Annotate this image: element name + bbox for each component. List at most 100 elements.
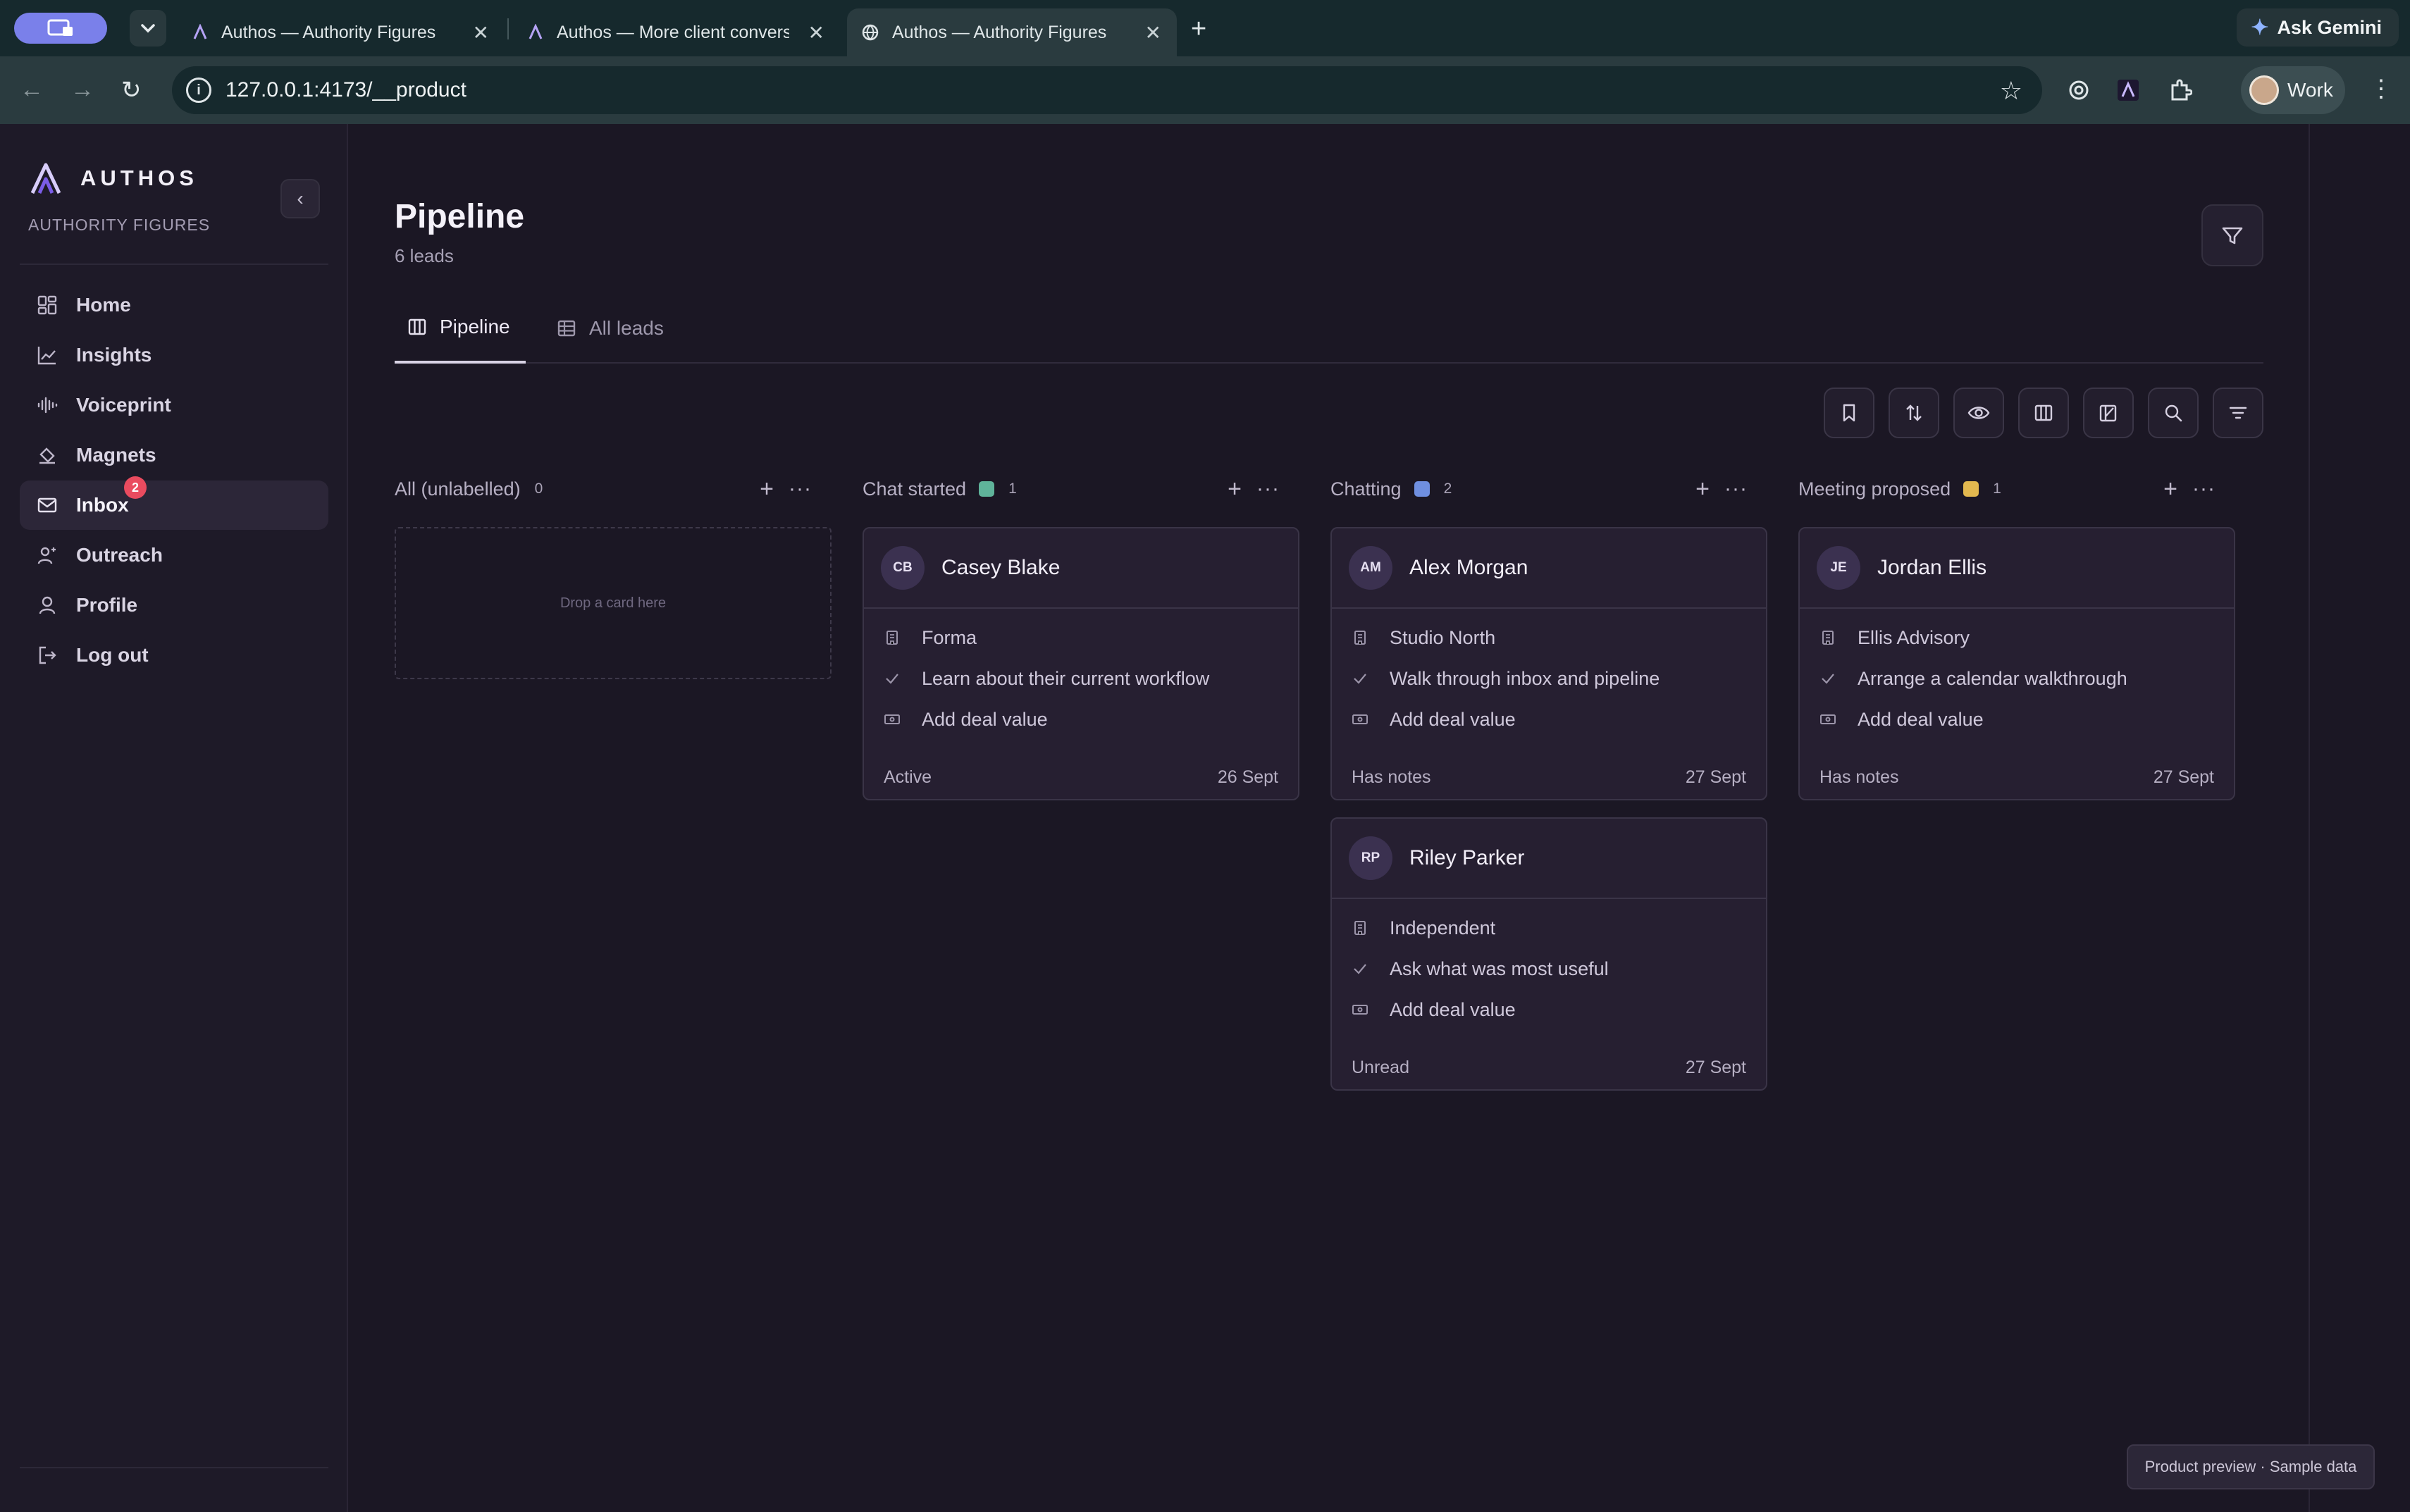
pipeline-column: All (unlabelled) 0 + ··· Drop a card her…: [395, 469, 832, 679]
building-icon: [1354, 631, 1366, 645]
back-arrow-icon[interactable]: ←: [20, 76, 44, 104]
columns-button[interactable]: [2018, 388, 2069, 438]
lead-deal-row[interactable]: Add deal value: [864, 699, 1298, 740]
close-icon[interactable]: ✕: [473, 21, 489, 44]
browser-tab-2[interactable]: Authos — More client convers ✕: [513, 8, 840, 56]
lead-date: 27 Sept: [1685, 1058, 1746, 1077]
building-icon: [1354, 921, 1366, 935]
chevron-down-icon: [141, 24, 155, 33]
tab-title: Authos — Authority Figures: [221, 22, 436, 42]
chevron-left-icon: ‹: [297, 187, 304, 209]
lead-task-row[interactable]: Arrange a calendar walkthrough: [1800, 658, 2234, 699]
lead-company-row: Ellis Advisory: [1800, 617, 2234, 658]
ask-gemini-button[interactable]: ✦ Ask Gemini: [2237, 8, 2399, 47]
lead-card[interactable]: JE Jordan Ellis Ellis Advisory Arrange a…: [1798, 527, 2235, 800]
sidebar-nav: Home Insights Voiceprint Magnets Inbox 2: [20, 280, 328, 681]
plus-icon[interactable]: +: [760, 476, 774, 503]
new-tab-icon[interactable]: +: [1191, 14, 1206, 44]
filter-button[interactable]: [2213, 388, 2263, 438]
reload-icon[interactable]: ↻: [121, 76, 142, 104]
divider: [20, 1467, 328, 1468]
browser-toolbar: ← → ↻ i 127.0.0.1:4173/__product ☆ Work …: [0, 56, 2410, 124]
lead-card-header: AM Alex Morgan: [1332, 528, 1766, 609]
lead-deal-row[interactable]: Add deal value: [1800, 699, 2234, 740]
profile-button[interactable]: Work: [2241, 66, 2345, 114]
column-count: 0: [534, 481, 543, 497]
browser-tab-1[interactable]: Authos — Authority Figures ✕: [178, 8, 505, 56]
edit-board-button[interactable]: [2083, 388, 2134, 438]
sort-arrows-icon: [1906, 404, 1922, 421]
tab-title: Authos — More client convers: [557, 22, 789, 42]
sidebar-item-home[interactable]: Home: [20, 280, 328, 330]
search-button[interactable]: [2148, 388, 2199, 438]
saved-views-button[interactable]: [1824, 388, 1874, 438]
lead-task-row[interactable]: Learn about their current workflow: [864, 658, 1298, 699]
sidebar-item-logout[interactable]: Log out: [20, 631, 328, 680]
funnel-filter-button[interactable]: [2201, 204, 2263, 266]
lead-card[interactable]: RP Riley Parker Independent Ask what was…: [1330, 817, 1767, 1091]
more-vertical-icon[interactable]: ⋮: [2369, 75, 2393, 103]
user-plus-icon: [37, 547, 56, 564]
lead-date: 27 Sept: [1685, 767, 1746, 787]
lead-status: Active: [884, 767, 932, 787]
banknote-icon: [884, 714, 900, 724]
tab-all-leads[interactable]: All leads: [557, 293, 664, 364]
lead-card[interactable]: CB Casey Blake Forma Learn about their c…: [863, 527, 1299, 800]
authos-favicon-icon: [193, 24, 207, 39]
lead-task-row[interactable]: Ask what was most useful: [1332, 948, 1766, 989]
lead-company-row: Studio North: [1332, 617, 1766, 658]
visibility-button[interactable]: [1953, 388, 2004, 438]
lead-company: Forma: [922, 626, 977, 648]
browser-tab-3[interactable]: Authos — Authority Figures ✕: [847, 8, 1177, 56]
column-title: Chatting: [1330, 478, 1402, 500]
bookmark-star-icon[interactable]: ☆: [2000, 76, 2022, 106]
sidebar-item-insights[interactable]: Insights: [20, 330, 328, 380]
more-horizontal-icon[interactable]: ···: [1724, 477, 1748, 501]
lead-card-header: RP Riley Parker: [1332, 819, 1766, 899]
sidebar-item-profile[interactable]: Profile: [20, 581, 328, 630]
lead-deal-row[interactable]: Add deal value: [1332, 989, 1766, 1030]
sort-button[interactable]: [1889, 388, 1939, 438]
collapse-sidebar-button[interactable]: ‹: [280, 179, 320, 218]
lead-deal-value: Add deal value: [1858, 708, 1984, 730]
plus-icon[interactable]: +: [1228, 476, 1242, 503]
more-horizontal-icon[interactable]: ···: [789, 477, 812, 501]
authos-extension-icon[interactable]: [2113, 75, 2144, 106]
tab-group-button[interactable]: [14, 13, 107, 44]
lead-task: Arrange a calendar walkthrough: [1858, 667, 2127, 689]
building-icon: [886, 631, 898, 645]
stage-color-swatch: [1414, 481, 1430, 497]
more-horizontal-icon[interactable]: ···: [1256, 477, 1280, 501]
lead-company: Studio North: [1390, 626, 1496, 648]
stage-color-swatch: [1963, 481, 1979, 497]
close-icon[interactable]: ✕: [808, 21, 824, 44]
globe-icon: [862, 24, 879, 41]
lead-card[interactable]: AM Alex Morgan Studio North Walk through…: [1330, 527, 1767, 800]
tab-search-button[interactable]: [130, 10, 166, 47]
lead-task-row[interactable]: Walk through inbox and pipeline: [1332, 658, 1766, 699]
column-header: Meeting proposed 1 + ···: [1798, 469, 2235, 509]
page-title: Pipeline: [395, 198, 525, 235]
more-horizontal-icon[interactable]: ···: [2192, 477, 2216, 501]
address-bar[interactable]: i 127.0.0.1:4173/__product ☆: [172, 66, 2042, 114]
drop-zone[interactable]: Drop a card here: [395, 527, 832, 679]
close-icon[interactable]: ✕: [1145, 21, 1161, 44]
check-icon: [1354, 674, 1366, 684]
openai-extension-icon[interactable]: [2063, 75, 2094, 106]
column-title: All (unlabelled): [395, 478, 521, 500]
lead-count: 6 leads: [395, 245, 454, 266]
app-root: AUTHOS AUTHORITY FIGURES ‹ Home Insights…: [0, 124, 2410, 1512]
forward-arrow-icon[interactable]: →: [70, 76, 94, 104]
sidebar-item-inbox[interactable]: Inbox 2: [20, 476, 328, 530]
puzzle-extensions-icon[interactable]: [2165, 75, 2196, 106]
plus-icon[interactable]: +: [2163, 476, 2177, 503]
sidebar-item-voiceprint[interactable]: Voiceprint: [20, 380, 328, 430]
right-gutter: [2309, 124, 2410, 1512]
lead-deal-row[interactable]: Add deal value: [1332, 699, 1766, 740]
site-info-icon[interactable]: i: [186, 78, 211, 103]
sidebar-item-outreach[interactable]: Outreach: [20, 531, 328, 580]
sidebar-item-magnets[interactable]: Magnets: [20, 430, 328, 480]
funnel-icon: [2222, 227, 2243, 244]
tab-pipeline[interactable]: Pipeline: [395, 293, 526, 364]
plus-icon[interactable]: +: [1695, 476, 1710, 503]
